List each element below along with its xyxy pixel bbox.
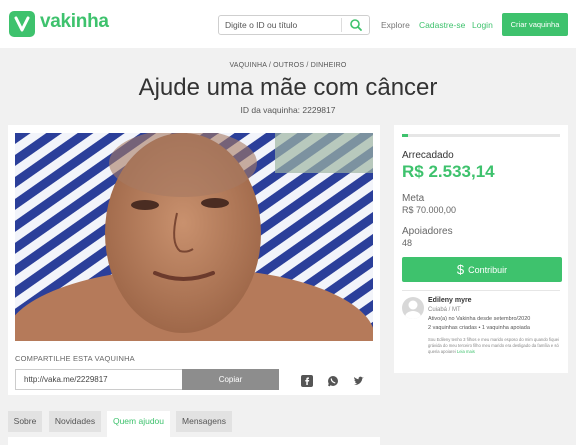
- tab-content: [8, 437, 380, 445]
- supporters-label: Apoiadores: [402, 226, 453, 237]
- share-link-field[interactable]: [15, 369, 182, 390]
- owner-name[interactable]: Edileny myre: [428, 297, 472, 304]
- nav-explore-link[interactable]: Explore: [381, 20, 410, 30]
- stats-card: Arrecadado R$ 2.533,14 Meta R$ 70.000,00…: [394, 125, 568, 373]
- owner-bio: Sou Edileny tenho 3 filhos e meu marido …: [428, 337, 562, 355]
- raised-value: R$ 2.533,14: [402, 162, 495, 181]
- owner-bio-text: Sou Edileny tenho 3 filhos e meu marido …: [428, 337, 560, 354]
- tab-mensagens[interactable]: Mensagens: [176, 411, 232, 432]
- media-card: COMPARTILHE ESTA VAQUINHA Copiar: [8, 125, 380, 395]
- owner-stats: 2 vaquinhas criadas • 1 vaquinha apoiada: [428, 325, 530, 331]
- dollar-icon: $: [456, 262, 465, 277]
- search-box: [218, 15, 370, 35]
- share-title: COMPARTILHE ESTA VAQUINHA: [15, 354, 135, 363]
- top-header: vakinha Explore Cadastre-se Login Criar …: [0, 0, 576, 48]
- read-more-link[interactable]: Leia mais: [457, 349, 475, 354]
- campaign-photo[interactable]: [15, 133, 373, 341]
- twitter-icon[interactable]: [353, 374, 365, 386]
- avatar[interactable]: [402, 297, 424, 319]
- nav-signup-link[interactable]: Cadastre-se: [419, 20, 465, 30]
- nav-login-link[interactable]: Login: [472, 20, 493, 30]
- tab-quem-ajudou[interactable]: Quem ajudou: [107, 411, 170, 437]
- logo-text[interactable]: vakinha: [40, 11, 109, 33]
- owner-location: Cuiabá / MT: [428, 307, 461, 313]
- breadcrumb[interactable]: VAQUINHA / OUTROS / DINHEIRO: [0, 62, 576, 69]
- progress-fill: [402, 134, 408, 137]
- tab-novidades[interactable]: Novidades: [49, 411, 101, 432]
- supporters-value: 48: [402, 238, 413, 248]
- vaquinha-id: ID da vaquinha: 2229817: [240, 105, 336, 115]
- progress-bar: [402, 134, 560, 137]
- divider: [402, 290, 560, 291]
- logo-icon[interactable]: [9, 11, 35, 37]
- page-title: Ajude uma mãe com câncer: [138, 74, 438, 101]
- raised-label: Arrecadado: [402, 150, 454, 161]
- create-vaquinha-button[interactable]: Criar vaquinha: [502, 13, 568, 36]
- whatsapp-icon[interactable]: [327, 374, 339, 387]
- search-icon[interactable]: [347, 18, 365, 32]
- goal-label: Meta: [402, 193, 425, 204]
- owner-active-since: Ativo(a) no Vakinha desde setembro/2020: [428, 316, 531, 322]
- copy-button[interactable]: Copiar: [182, 369, 279, 390]
- tab-sobre[interactable]: Sobre: [8, 411, 42, 432]
- contribute-button[interactable]: $ Contribuir: [402, 257, 562, 282]
- facebook-icon[interactable]: [301, 374, 313, 387]
- search-divider: [341, 18, 342, 32]
- goal-value: R$ 70.000,00: [402, 205, 457, 215]
- search-input[interactable]: [219, 16, 339, 34]
- contribute-label: Contribuir: [468, 265, 508, 275]
